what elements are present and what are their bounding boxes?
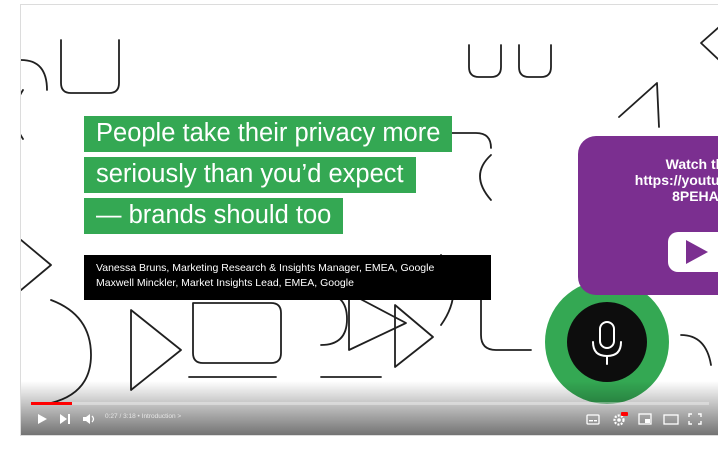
time-display: 0:27 / 3:18 • Introduction > (105, 413, 181, 420)
headline-line-2: seriously than you’d expect (84, 157, 416, 193)
headline-line-3: — brands should too (84, 198, 344, 234)
promo-line-1: Watch the (665, 156, 718, 172)
mic-icon (592, 321, 622, 365)
next-icon[interactable] (57, 410, 73, 428)
credit-line-2: Maxwell Minckler, Market Insights Lead, … (96, 277, 354, 289)
video-player[interactable]: People take their privacy more seriously… (20, 4, 718, 436)
settings-icon[interactable] (611, 410, 629, 428)
chapter-separator: • (137, 413, 140, 420)
end-card-promo[interactable]: Watch the https://youtu.b 8PEHA?t (578, 136, 718, 295)
headline-line-1: People take their privacy more (84, 116, 453, 152)
settings-badge (621, 412, 628, 416)
theater-icon[interactable] (663, 410, 679, 428)
promo-play-button[interactable] (668, 232, 718, 272)
progress-bar[interactable] (31, 402, 709, 405)
chapter-chevron-icon[interactable]: > (177, 413, 181, 420)
play-icon[interactable] (34, 410, 50, 428)
subtitles-icon[interactable] (585, 410, 601, 428)
chapter-label[interactable]: Introduction (142, 413, 176, 420)
credit-line-1: Vanessa Bruns, Marketing Research & Insi… (96, 262, 435, 274)
promo-line-3: 8PEHA?t (672, 188, 718, 204)
promo-line-2: https://youtu.b (634, 172, 718, 188)
volume-icon[interactable] (81, 410, 99, 428)
fullscreen-icon[interactable] (687, 410, 703, 428)
time-text: 0:27 / 3:18 (105, 413, 136, 420)
play-icon (686, 240, 708, 264)
speaker-credits: Vanessa Bruns, Marketing Research & Insi… (84, 255, 491, 300)
miniplayer-icon[interactable] (637, 410, 653, 428)
mic-badge-inner (567, 302, 647, 382)
progress-bar-fill (31, 402, 72, 405)
slide-headline: People take their privacy more seriously… (84, 112, 453, 235)
